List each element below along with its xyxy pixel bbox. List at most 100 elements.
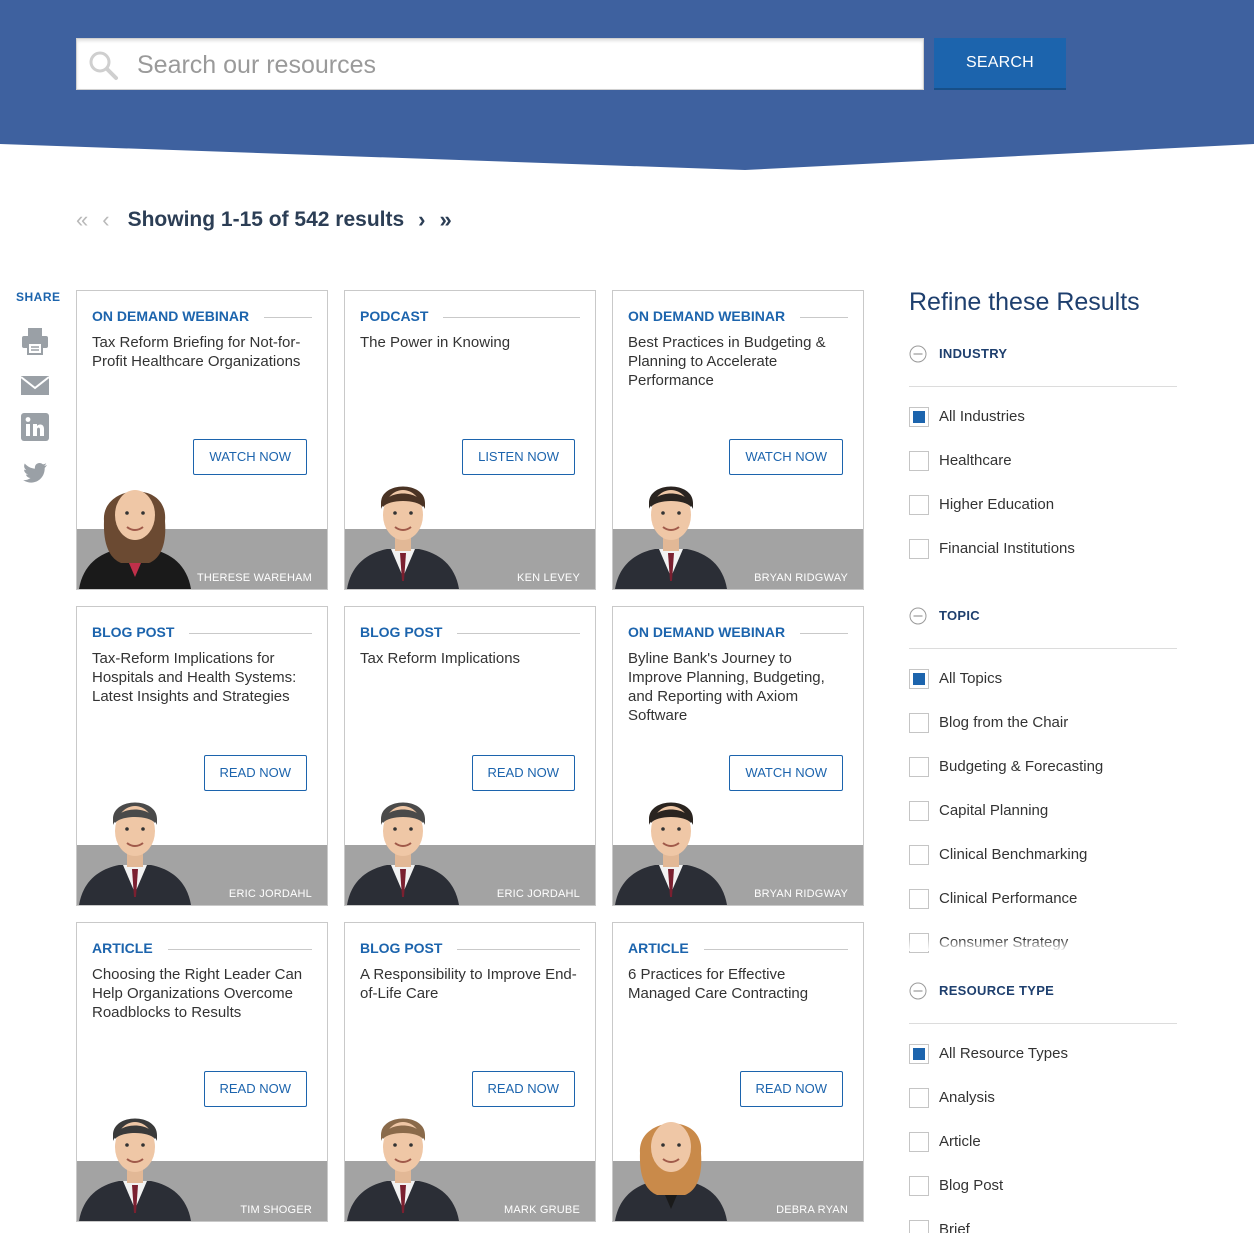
filter-option-label: Financial Institutions: [939, 540, 1075, 557]
filter-option-label: Capital Planning: [939, 802, 1049, 819]
card-category: BLOG POST: [92, 624, 175, 640]
filter-checkbox[interactable]: [909, 669, 929, 689]
search-input[interactable]: [135, 47, 899, 83]
filter-option[interactable]: Capital Planning: [909, 801, 1177, 823]
category-divider: [264, 317, 312, 318]
filter-checkbox[interactable]: [909, 845, 929, 865]
filter-option-label: Brief: [939, 1221, 970, 1233]
category-divider: [443, 317, 580, 318]
card-title[interactable]: A Responsibility to Improve End-of-Life …: [360, 965, 582, 1003]
first-page-link[interactable]: «: [76, 207, 88, 233]
filter-checkbox[interactable]: [909, 407, 929, 427]
results-summary: Showing 1-15 of 542 results: [127, 208, 405, 231]
resource-card[interactable]: ON DEMAND WEBINAR Best Practices in Budg…: [612, 290, 864, 590]
filter-checkbox[interactable]: [909, 757, 929, 777]
collapse-icon[interactable]: [909, 345, 927, 363]
card-cta-button[interactable]: READ NOW: [739, 1071, 843, 1107]
resource-card[interactable]: PODCAST The Power in Knowing LISTEN NOW …: [344, 290, 596, 590]
card-category: BLOG POST: [360, 624, 443, 640]
filter-checkbox[interactable]: [909, 801, 929, 821]
card-title[interactable]: Best Practices in Budgeting & Planning t…: [628, 333, 850, 390]
card-cta-button[interactable]: READ NOW: [203, 755, 307, 791]
collapse-icon[interactable]: [909, 982, 927, 1000]
filter-option[interactable]: Blog Post: [909, 1176, 1177, 1198]
filter-option-label: Clinical Benchmarking: [939, 846, 1088, 863]
filter-option[interactable]: All Resource Types: [909, 1044, 1177, 1066]
filter-option[interactable]: Healthcare: [909, 451, 1177, 473]
card-title[interactable]: 6 Practices for Effective Managed Care C…: [628, 965, 850, 1003]
search-button[interactable]: SEARCH: [934, 38, 1066, 90]
linkedin-icon[interactable]: [20, 412, 50, 442]
search-icon: [89, 51, 118, 80]
refine-sidebar: Refine these Results INDUSTRY All Indust…: [909, 284, 1177, 1233]
card-title[interactable]: Tax Reform Briefing for Not-for-Profit H…: [92, 333, 314, 371]
filter-option[interactable]: Blog from the Chair: [909, 713, 1177, 735]
filter-group-industry[interactable]: INDUSTRY: [909, 345, 1177, 387]
filter-option[interactable]: Financial Institutions: [909, 539, 1177, 561]
filter-checkbox[interactable]: [909, 539, 929, 559]
refine-title: Refine these Results: [909, 288, 1140, 316]
card-cta-button[interactable]: READ NOW: [203, 1071, 307, 1107]
last-page-link[interactable]: »: [440, 207, 452, 233]
list-fade: [909, 939, 1177, 951]
card-cta-button[interactable]: READ NOW: [471, 1071, 575, 1107]
filter-checkbox[interactable]: [909, 495, 929, 515]
card-cta-button[interactable]: WATCH NOW: [729, 439, 843, 475]
filter-checkbox[interactable]: [909, 1176, 929, 1196]
filter-group-label: INDUSTRY: [939, 346, 1008, 361]
author-name: ERIC JORDAHL: [496, 888, 580, 900]
filter-checkbox[interactable]: [909, 1044, 929, 1064]
filter-option-label: Healthcare: [939, 452, 1012, 469]
filter-option[interactable]: Higher Education: [909, 495, 1177, 517]
filter-checkbox[interactable]: [909, 1220, 929, 1233]
card-title[interactable]: Tax Reform Implications: [360, 649, 582, 668]
filter-option-label: Analysis: [939, 1089, 995, 1106]
filter-option[interactable]: Brief: [909, 1220, 1177, 1233]
next-page-link[interactable]: ›: [418, 207, 425, 233]
filter-checkbox[interactable]: [909, 713, 929, 733]
filter-option[interactable]: Analysis: [909, 1088, 1177, 1110]
card-cta-button[interactable]: WATCH NOW: [193, 439, 307, 475]
print-icon[interactable]: [20, 326, 50, 356]
filter-group-resource-type[interactable]: RESOURCE TYPE: [909, 982, 1177, 1024]
card-cta-button[interactable]: LISTEN NOW: [462, 439, 575, 475]
resource-card[interactable]: BLOG POST Tax-Reform Implications for Ho…: [76, 606, 328, 906]
card-title[interactable]: Tax-Reform Implications for Hospitals an…: [92, 649, 314, 706]
twitter-icon[interactable]: [20, 458, 50, 488]
filter-option[interactable]: Clinical Benchmarking: [909, 845, 1177, 867]
filter-option-label: All Industries: [939, 408, 1025, 425]
filter-group-label: RESOURCE TYPE: [939, 983, 1055, 998]
card-category: BLOG POST: [360, 940, 443, 956]
filter-option[interactable]: Budgeting & Forecasting: [909, 757, 1177, 779]
filter-group-topic[interactable]: TOPIC: [909, 607, 1177, 649]
filter-option[interactable]: All Topics: [909, 669, 1177, 691]
resource-card[interactable]: BLOG POST Tax Reform Implications READ N…: [344, 606, 596, 906]
card-category: ON DEMAND WEBINAR: [628, 308, 786, 324]
pagination: « ‹ Showing 1-15 of 542 results › »: [76, 204, 452, 236]
resource-card[interactable]: BLOG POST A Responsibility to Improve En…: [344, 922, 596, 1222]
filter-checkbox[interactable]: [909, 1132, 929, 1152]
filter-option-label: Article: [939, 1133, 981, 1150]
resource-card[interactable]: ARTICLE Choosing the Right Leader Can He…: [76, 922, 328, 1222]
filter-option[interactable]: Clinical Performance: [909, 889, 1177, 911]
card-title[interactable]: Byline Bank's Journey to Improve Plannin…: [628, 649, 850, 725]
resource-card[interactable]: ON DEMAND WEBINAR Byline Bank's Journey …: [612, 606, 864, 906]
card-cta-button[interactable]: WATCH NOW: [729, 755, 843, 791]
card-category: PODCAST: [360, 308, 429, 324]
collapse-icon[interactable]: [909, 607, 927, 625]
filter-checkbox[interactable]: [909, 1088, 929, 1108]
search-box: [76, 38, 924, 90]
prev-page-link[interactable]: ‹: [102, 207, 109, 233]
card-title[interactable]: Choosing the Right Leader Can Help Organ…: [92, 965, 314, 1022]
resource-card[interactable]: ON DEMAND WEBINAR Tax Reform Briefing fo…: [76, 290, 328, 590]
card-title[interactable]: The Power in Knowing: [360, 333, 582, 352]
category-divider: [800, 633, 848, 634]
filter-checkbox[interactable]: [909, 889, 929, 909]
email-icon[interactable]: [20, 370, 50, 400]
filter-option-label: Blog Post: [939, 1177, 1004, 1194]
filter-checkbox[interactable]: [909, 451, 929, 471]
resource-card[interactable]: ARTICLE 6 Practices for Effective Manage…: [612, 922, 864, 1222]
filter-option[interactable]: Article: [909, 1132, 1177, 1154]
filter-option[interactable]: All Industries: [909, 407, 1177, 429]
card-cta-button[interactable]: READ NOW: [471, 755, 575, 791]
